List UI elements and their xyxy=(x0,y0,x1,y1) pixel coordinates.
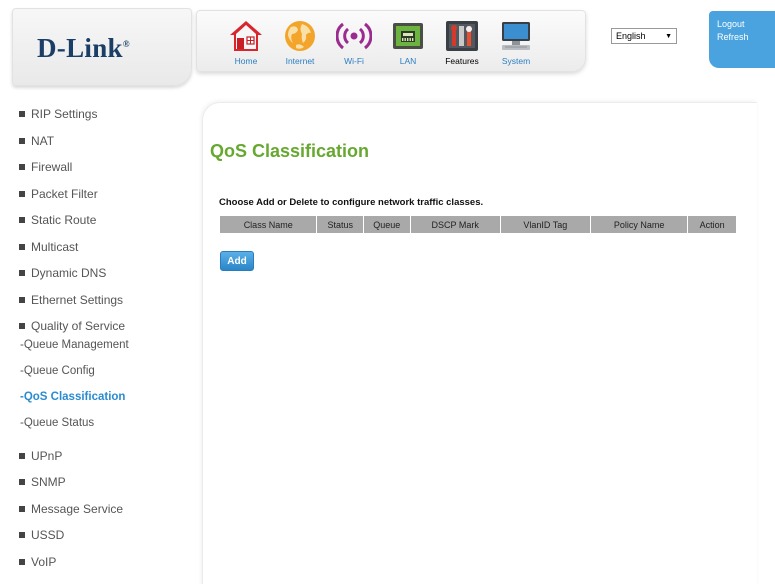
sidebar-item-nat[interactable]: NAT xyxy=(18,133,183,160)
sidebar-item-label: Multicast xyxy=(31,239,79,254)
bullet-icon xyxy=(19,190,25,197)
column-header-queue: Queue xyxy=(364,216,410,233)
sidebar-item-label: SNMP xyxy=(31,475,66,489)
features-icon xyxy=(442,17,482,55)
sidebar-item-label: Static Route xyxy=(31,213,97,227)
sidebar-subitem-qos-classification[interactable]: -QoS Classification xyxy=(18,389,183,415)
column-header-class-name: Class Name xyxy=(220,216,317,233)
sidebar-item-message-service[interactable]: Message Service xyxy=(18,501,183,528)
sidebar-item-label: Message Service xyxy=(31,501,124,516)
sidebar-item-label: VoIP xyxy=(31,554,57,569)
sidebar-item-label: USSD xyxy=(31,528,65,542)
main-panel xyxy=(202,102,757,584)
column-header-action: Action xyxy=(688,216,736,233)
sidebar-item-label: Ethernet Settings xyxy=(31,292,124,307)
nav-features[interactable]: Features xyxy=(435,11,489,71)
nav-system[interactable]: System xyxy=(489,11,543,71)
language-value: English xyxy=(616,31,646,41)
sidebar-item-ussd[interactable]: USSD xyxy=(18,527,183,554)
sidebar: RIP Settings NAT Firewall Packet Filter … xyxy=(18,106,183,580)
sidebar-item-ethernet-settings[interactable]: Ethernet Settings xyxy=(18,292,183,319)
wifi-icon xyxy=(334,17,374,55)
sidebar-item-label: UPnP xyxy=(31,448,63,463)
sidebar-item-multicast[interactable]: Multicast xyxy=(18,239,183,266)
refresh-link[interactable]: Refresh xyxy=(717,31,775,44)
sidebar-item-label: Quality of Service xyxy=(31,319,126,333)
account-panel: Logout Refresh xyxy=(709,11,775,68)
bullet-icon xyxy=(19,217,25,223)
nav-wifi[interactable]: Wi-Fi xyxy=(327,11,381,71)
column-header-vlanid-tag: VlanID Tag xyxy=(500,216,590,233)
nav-label: LAN xyxy=(399,56,417,66)
qos-class-table: Class Name Status Queue DSCP Mark VlanID… xyxy=(219,216,737,233)
top-nav: Home Internet Wi-Fi LAN Features System xyxy=(196,10,586,72)
globe-icon xyxy=(280,17,320,55)
bullet-icon xyxy=(19,479,25,485)
dlink-logo: D-Link® xyxy=(37,33,130,63)
sidebar-item-rip-settings[interactable]: RIP Settings xyxy=(18,106,183,133)
bullet-icon xyxy=(19,164,25,170)
add-button[interactable]: Add xyxy=(220,251,254,271)
bullet-icon xyxy=(19,558,25,565)
sidebar-item-upnp[interactable]: UPnP xyxy=(18,448,183,475)
column-header-policy-name: Policy Name xyxy=(590,216,688,233)
bullet-icon xyxy=(19,243,25,250)
language-select[interactable]: English ▼ xyxy=(611,28,677,44)
sidebar-item-dynamic-dns[interactable]: Dynamic DNS xyxy=(18,265,183,292)
table-header-row: Class Name Status Queue DSCP Mark VlanID… xyxy=(220,216,736,233)
bullet-icon xyxy=(19,505,25,512)
bullet-icon xyxy=(19,452,25,459)
sidebar-item-firewall[interactable]: Firewall xyxy=(18,159,183,186)
bullet-icon xyxy=(19,323,25,329)
bullet-icon xyxy=(19,111,25,117)
logo-panel: D-Link® xyxy=(12,8,192,86)
nav-label: System xyxy=(501,56,531,66)
column-header-dscp-mark: DSCP Mark xyxy=(410,216,500,233)
sidebar-subitem-queue-management[interactable]: -Queue Management xyxy=(18,337,183,363)
nav-home[interactable]: Home xyxy=(219,11,273,71)
sidebar-item-static-route[interactable]: Static Route xyxy=(18,212,183,239)
bullet-icon xyxy=(19,137,25,144)
nav-label: Home xyxy=(234,56,258,66)
sidebar-item-label: NAT xyxy=(31,133,55,148)
logout-link[interactable]: Logout xyxy=(717,18,775,31)
sidebar-subitem-queue-config[interactable]: -Queue Config xyxy=(18,363,183,389)
nav-label: Internet xyxy=(285,56,315,66)
nav-label: Features xyxy=(445,56,479,66)
page-title: QoS Classification xyxy=(210,141,370,161)
nav-lan[interactable]: LAN xyxy=(381,11,435,71)
column-header-status: Status xyxy=(317,216,363,233)
bullet-icon xyxy=(19,270,25,276)
nav-internet[interactable]: Internet xyxy=(273,11,327,71)
sidebar-item-snmp[interactable]: SNMP xyxy=(18,474,183,501)
instructions-text: Choose Add or Delete to configure networ… xyxy=(219,197,484,208)
sidebar-item-label: Packet Filter xyxy=(31,186,98,201)
system-icon xyxy=(496,17,536,55)
chevron-down-icon: ▼ xyxy=(665,32,672,40)
sidebar-item-label: Dynamic DNS xyxy=(31,266,107,280)
bullet-icon xyxy=(19,532,25,538)
lan-icon xyxy=(388,17,428,55)
sidebar-subitem-queue-status[interactable]: -Queue Status xyxy=(18,415,183,448)
sidebar-item-voip[interactable]: VoIP xyxy=(18,554,183,581)
sidebar-item-label: Firewall xyxy=(31,160,73,174)
home-icon xyxy=(226,17,266,55)
sidebar-item-label: RIP Settings xyxy=(31,107,98,121)
sidebar-item-packet-filter[interactable]: Packet Filter xyxy=(18,186,183,213)
nav-label: Wi-Fi xyxy=(344,56,364,66)
bullet-icon xyxy=(19,296,25,303)
